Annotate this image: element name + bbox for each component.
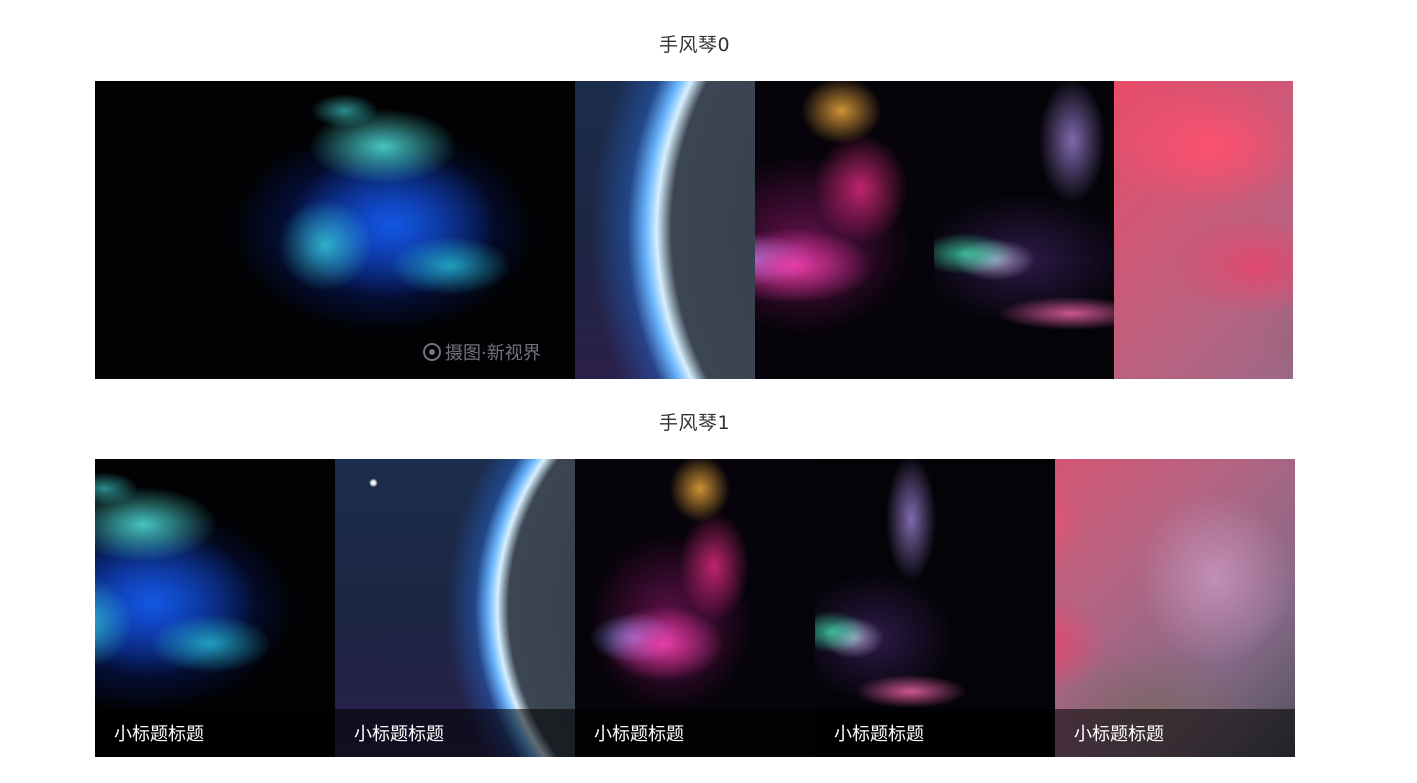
planet-image [575,81,755,379]
accordion-0-panel-3[interactable] [754,81,934,379]
accordion-0-panel-1[interactable]: 摄图·新视界 [95,81,575,379]
panel-caption: 小标题标题 [594,724,684,745]
accordion-1-panel-5[interactable]: 小标题标题 [1055,459,1295,757]
caption-bar: 小标题标题 [95,709,335,757]
panel-caption: 小标题标题 [354,724,444,745]
caption-bar: 小标题标题 [1055,709,1295,757]
accordion-title-1: 手风琴1 [658,412,731,434]
panel-caption: 小标题标题 [114,724,204,745]
watermark: 摄图·新视界 [423,339,541,365]
camera-shutter-icon [423,343,441,361]
blue-nebula-image [95,81,575,379]
caption-bar: 小标题标题 [335,709,575,757]
accordion-1-panel-3[interactable]: 小标题标题 [575,459,815,757]
panel-caption: 小标题标题 [834,724,924,745]
accordion-title-0: 手风琴0 [658,34,731,56]
smoke-image [1113,81,1293,379]
accordion-1-panel-1[interactable]: 小标题标题 [95,459,335,757]
caption-bar: 小标题标题 [815,709,1055,757]
watermark-text: 摄图·新视界 [445,343,541,364]
accordion-0-panel-5[interactable] [1113,81,1293,379]
caption-bar: 小标题标题 [575,709,815,757]
accordion-1: 小标题标题 小标题标题 小标题标题 小标题标题 小标题标题 [95,459,1295,757]
accordion-0-panel-4[interactable] [934,81,1114,379]
accordion-0: 摄图·新视界 [95,81,1293,379]
panel-caption: 小标题标题 [1074,724,1164,745]
pink-nebula-image [754,81,934,379]
accordion-0-panel-2[interactable] [575,81,755,379]
tendril-nebula-image [934,81,1114,379]
accordion-1-panel-4[interactable]: 小标题标题 [815,459,1055,757]
accordion-1-panel-2[interactable]: 小标题标题 [335,459,575,757]
